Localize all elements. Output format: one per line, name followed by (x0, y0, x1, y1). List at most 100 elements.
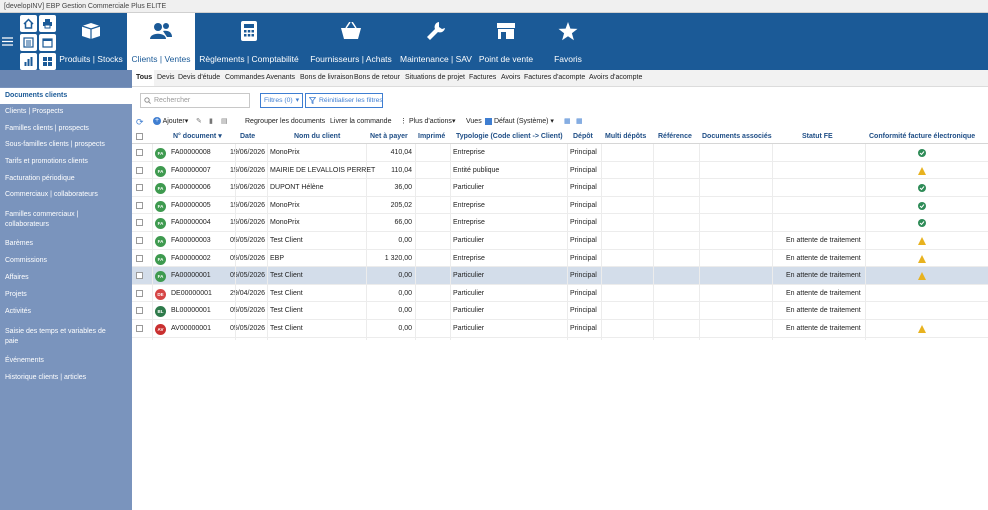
search-input[interactable]: Rechercher (140, 93, 250, 108)
printer-icon[interactable] (39, 15, 56, 32)
row-checkbox[interactable] (136, 237, 143, 244)
table-row[interactable]: FA FA00000004 15/06/2026 MonoPrix 66,00 Entre… (132, 214, 988, 232)
sidebar-item-saisie-temps[interactable]: Saisie des temps et variables de paie (5, 327, 117, 347)
column-header-imprime[interactable]: Imprimé (418, 130, 445, 144)
tab-fournisseurs-achats[interactable]: Fournisseurs | Achats (308, 13, 394, 70)
refresh-icon[interactable]: ⟳ (136, 114, 144, 130)
sidebar-item-commissions[interactable]: Commissions (5, 256, 127, 266)
column-header-conformite[interactable]: Conformité facture électronique (869, 130, 975, 144)
list-icon[interactable] (20, 34, 37, 51)
sidebar-item-facturation-periodique[interactable]: Facturation périodique (5, 174, 127, 184)
sidebar-item-familles-commerciaux[interactable]: Familles commerciaux | collaborateurs (5, 210, 100, 230)
calculator-icon (198, 20, 300, 42)
export-icon[interactable]: ▦ (576, 114, 583, 130)
tab-reglements-comptabilite[interactable]: Règlements | Comptabilité (198, 13, 300, 70)
sidebar-item-affaires[interactable]: Affaires (5, 273, 127, 283)
column-header-reference[interactable]: Référence (658, 130, 692, 144)
subtab-devis[interactable]: Devis (157, 70, 175, 86)
hamburger-menu-icon[interactable] (2, 37, 13, 48)
sidebar-item-historique[interactable]: Historique clients | articles (5, 373, 127, 383)
calendar-icon[interactable] (39, 34, 56, 51)
column-header-client[interactable]: Nom du client (294, 130, 340, 144)
column-header-depot[interactable]: Dépôt (573, 130, 593, 144)
subtab-avoirs[interactable]: Avoirs (501, 70, 520, 86)
row-checkbox[interactable] (136, 254, 143, 262)
sidebar: Documents clients Clients | Prospects Fa… (0, 70, 132, 510)
row-checkbox[interactable] (136, 219, 143, 227)
sidebar-item-tarifs-promotions[interactable]: Tarifs et promotions clients (5, 157, 127, 167)
delete-icon[interactable]: ▮ (209, 114, 213, 130)
subtab-tous[interactable]: Tous (132, 70, 154, 86)
filters-dropdown[interactable]: Filtres (0) ▾ (260, 93, 303, 108)
table-row[interactable]: FA FA00000008 19/06/2026 MonoPrix 410,04 Entr… (132, 144, 988, 162)
tab-clients-ventes[interactable]: Clients | Ventes (127, 13, 195, 70)
sidebar-item-evenements[interactable]: Événements (5, 356, 127, 366)
subtab-bons-de-retour[interactable]: Bons de retour (354, 70, 400, 86)
subtab-avoirs-acompte[interactable]: Avoirs d'acompte (589, 70, 642, 86)
column-settings-icon[interactable]: ▦ (564, 114, 571, 130)
subtab-commandes[interactable]: Commandes (225, 70, 265, 86)
subtab-factures[interactable]: Factures (469, 70, 496, 86)
table-row[interactable]: BL BL00000001 05/05/2026 Test Client 0,00 Par… (132, 302, 988, 320)
document-number: BL00000001 (171, 307, 211, 315)
row-checkbox[interactable] (136, 325, 143, 332)
table-row[interactable]: FA FA00000002 05/05/2026 EBP 1 320,00 Entrepr… (132, 250, 988, 268)
subtab-bons-de-livraison[interactable]: Bons de livraison (300, 70, 353, 86)
subtab-situations-de-projet[interactable]: Situations de projet (405, 70, 465, 86)
column-header-numero[interactable]: N° document ▾ (173, 130, 222, 144)
table-row[interactable]: FA FA00000003 05/05/2026 Test Client 0,00 Par… (132, 232, 988, 250)
row-checkbox[interactable] (136, 289, 143, 297)
sidebar-item-baremes[interactable]: Barèmes (5, 239, 127, 249)
home-icon[interactable] (20, 15, 37, 32)
table-row[interactable]: FA FA00000001 05/05/2026 Test Client 0,00 Par… (132, 267, 988, 285)
table-row[interactable]: AV AV00000001 05/05/2026 Test Client 0,00 Par… (132, 320, 988, 338)
reset-filters-button[interactable]: Réinitialiser les filtres (305, 93, 383, 108)
chart-icon[interactable] (20, 53, 37, 70)
subtab-avenants[interactable]: Avenants (266, 70, 295, 86)
sidebar-item-commerciaux[interactable]: Commerciaux | collaborateurs (5, 190, 127, 200)
row-checkbox[interactable] (136, 201, 143, 209)
grid-icon[interactable] (39, 53, 56, 70)
sidebar-item-familles-clients[interactable]: Familles clients | prospects (5, 124, 127, 134)
table-row[interactable]: FA FA00000007 15/06/2026 MAIRIE DE LEVALLOI… (132, 162, 988, 180)
ribbon: Produits | Stocks Clients | Ventes Règle… (0, 13, 988, 70)
column-header-date[interactable]: Date (240, 130, 255, 144)
table-row[interactable]: DE DE00000001 29/04/2026 Test Client 0,00 Par… (132, 285, 988, 303)
tab-point-de-vente[interactable]: Point de vente (477, 13, 535, 70)
sidebar-item-documents-clients[interactable]: Documents clients (0, 88, 132, 104)
deliver-order-button[interactable]: Livrer la commande (330, 114, 391, 130)
tab-favoris[interactable]: Favoris (545, 13, 591, 70)
more-actions-button[interactable]: ⋮ Plus d'actions▾ (400, 114, 455, 130)
group-documents-button[interactable]: Regrouper les documents (245, 114, 325, 130)
sidebar-item-activites[interactable]: Activités (5, 307, 127, 317)
edit-icon[interactable]: ✎ (196, 114, 202, 130)
row-checkbox[interactable] (136, 184, 143, 192)
subtab-devis-etude[interactable]: Devis d'étude (178, 70, 220, 86)
document-type-badge: BL (155, 306, 166, 318)
column-header-typologie[interactable]: Typologie (Code client -> Client) (456, 130, 563, 144)
tab-produits-stocks[interactable]: Produits | Stocks (58, 13, 124, 70)
tab-maintenance-sav[interactable]: Maintenance | SAV (398, 13, 474, 70)
column-header-multi-depots[interactable]: Multi dépôts (605, 130, 646, 144)
document-type-badge: FA (155, 200, 166, 212)
column-header-net[interactable]: Net à payer (370, 130, 408, 144)
row-checkbox[interactable] (136, 149, 143, 156)
warning-icon (918, 166, 926, 175)
row-checkbox[interactable] (136, 307, 143, 315)
column-header-documents-associes[interactable]: Documents associés (702, 130, 772, 144)
subtab-factures-acompte[interactable]: Factures d'acompte (524, 70, 585, 86)
row-checkbox[interactable] (136, 166, 143, 174)
typology: Entreprise (453, 201, 485, 209)
view-select[interactable]: Défaut (Système) ▾ (485, 114, 554, 130)
sidebar-item-clients-prospects[interactable]: Clients | Prospects (5, 107, 127, 117)
toolbar: ⟳ + Ajouter▾ ✎ ▮ ▤ Regrouper les documen… (132, 114, 988, 130)
add-button[interactable]: + Ajouter▾ (153, 114, 188, 130)
column-header-statut-fe[interactable]: Statut FE (802, 130, 833, 144)
row-checkbox[interactable] (136, 272, 143, 280)
select-all-checkbox[interactable] (136, 133, 143, 140)
sidebar-item-projets[interactable]: Projets (5, 290, 127, 300)
table-row[interactable]: FA FA00000005 15/06/2026 MonoPrix 205,02 Entr… (132, 197, 988, 215)
print-icon[interactable]: ▤ (221, 114, 228, 130)
table-row[interactable]: FA FA00000006 15/06/2026 DUPONT Hélène 36,00… (132, 179, 988, 197)
sidebar-item-sous-familles-clients[interactable]: Sous-familles clients | prospects (5, 140, 127, 150)
